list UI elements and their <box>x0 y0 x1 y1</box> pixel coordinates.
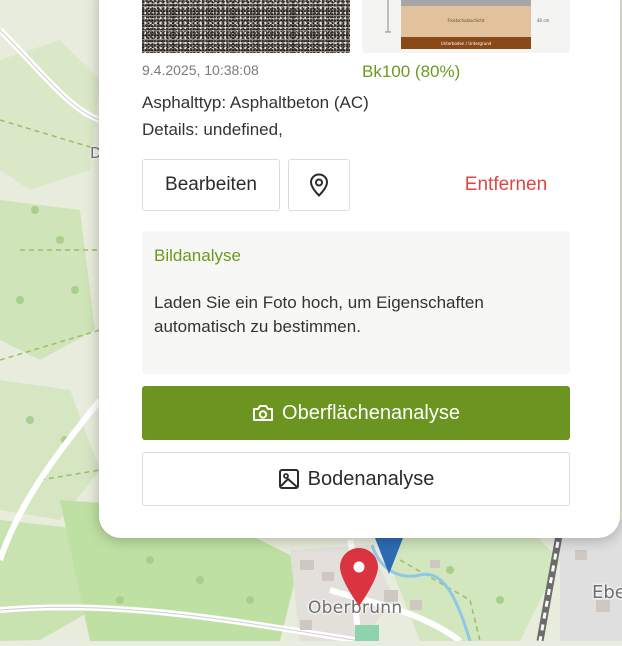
remove-button[interactable]: Entfernen <box>442 159 570 211</box>
layer-label-subsoil: Unterboden / Untergrund <box>441 41 492 46</box>
edit-button[interactable]: Bearbeiten <box>142 159 280 211</box>
layer-label-frost: Frostschutzschicht <box>448 18 485 23</box>
image-icon <box>278 468 300 490</box>
layer-label-thickness: 40 cm <box>537 18 550 23</box>
details-text: Details: undefined, <box>142 120 283 139</box>
asphalt-type-text: Asphalttyp: Asphaltbeton (AC) <box>142 93 369 112</box>
classification-label: Bk100 (80%) <box>362 62 461 81</box>
layer-structure-thumbnail[interactable]: Frostschutzschicht 40 cm Unterboden / Un… <box>362 0 570 53</box>
map-pin-icon <box>309 173 329 197</box>
image-analysis-panel: Bildanalyse Laden Sie ein Foto hoch, um … <box>142 231 570 374</box>
surface-analysis-button[interactable]: Oberflächenanalyse <box>142 386 570 440</box>
image-analysis-title: Bildanalyse <box>154 246 241 265</box>
soil-analysis-label: Bodenanalyse <box>307 467 435 490</box>
surface-photo-thumbnail[interactable] <box>142 0 350 53</box>
map-place-label-edge: Ebe <box>592 582 622 603</box>
red-map-marker-icon[interactable] <box>340 548 378 606</box>
show-location-button[interactable] <box>288 159 350 211</box>
surface-analysis-label: Oberflächenanalyse <box>282 401 460 424</box>
timestamp: 9.4.2025, 10:38:08 <box>142 62 259 78</box>
soil-analysis-button[interactable]: Bodenanalyse <box>142 452 570 506</box>
camera-icon <box>252 403 274 423</box>
layer-diagram: Frostschutzschicht 40 cm Unterboden / Un… <box>385 0 550 49</box>
image-analysis-description: Laden Sie ein Foto hoch, um Eigenschafte… <box>154 293 484 336</box>
